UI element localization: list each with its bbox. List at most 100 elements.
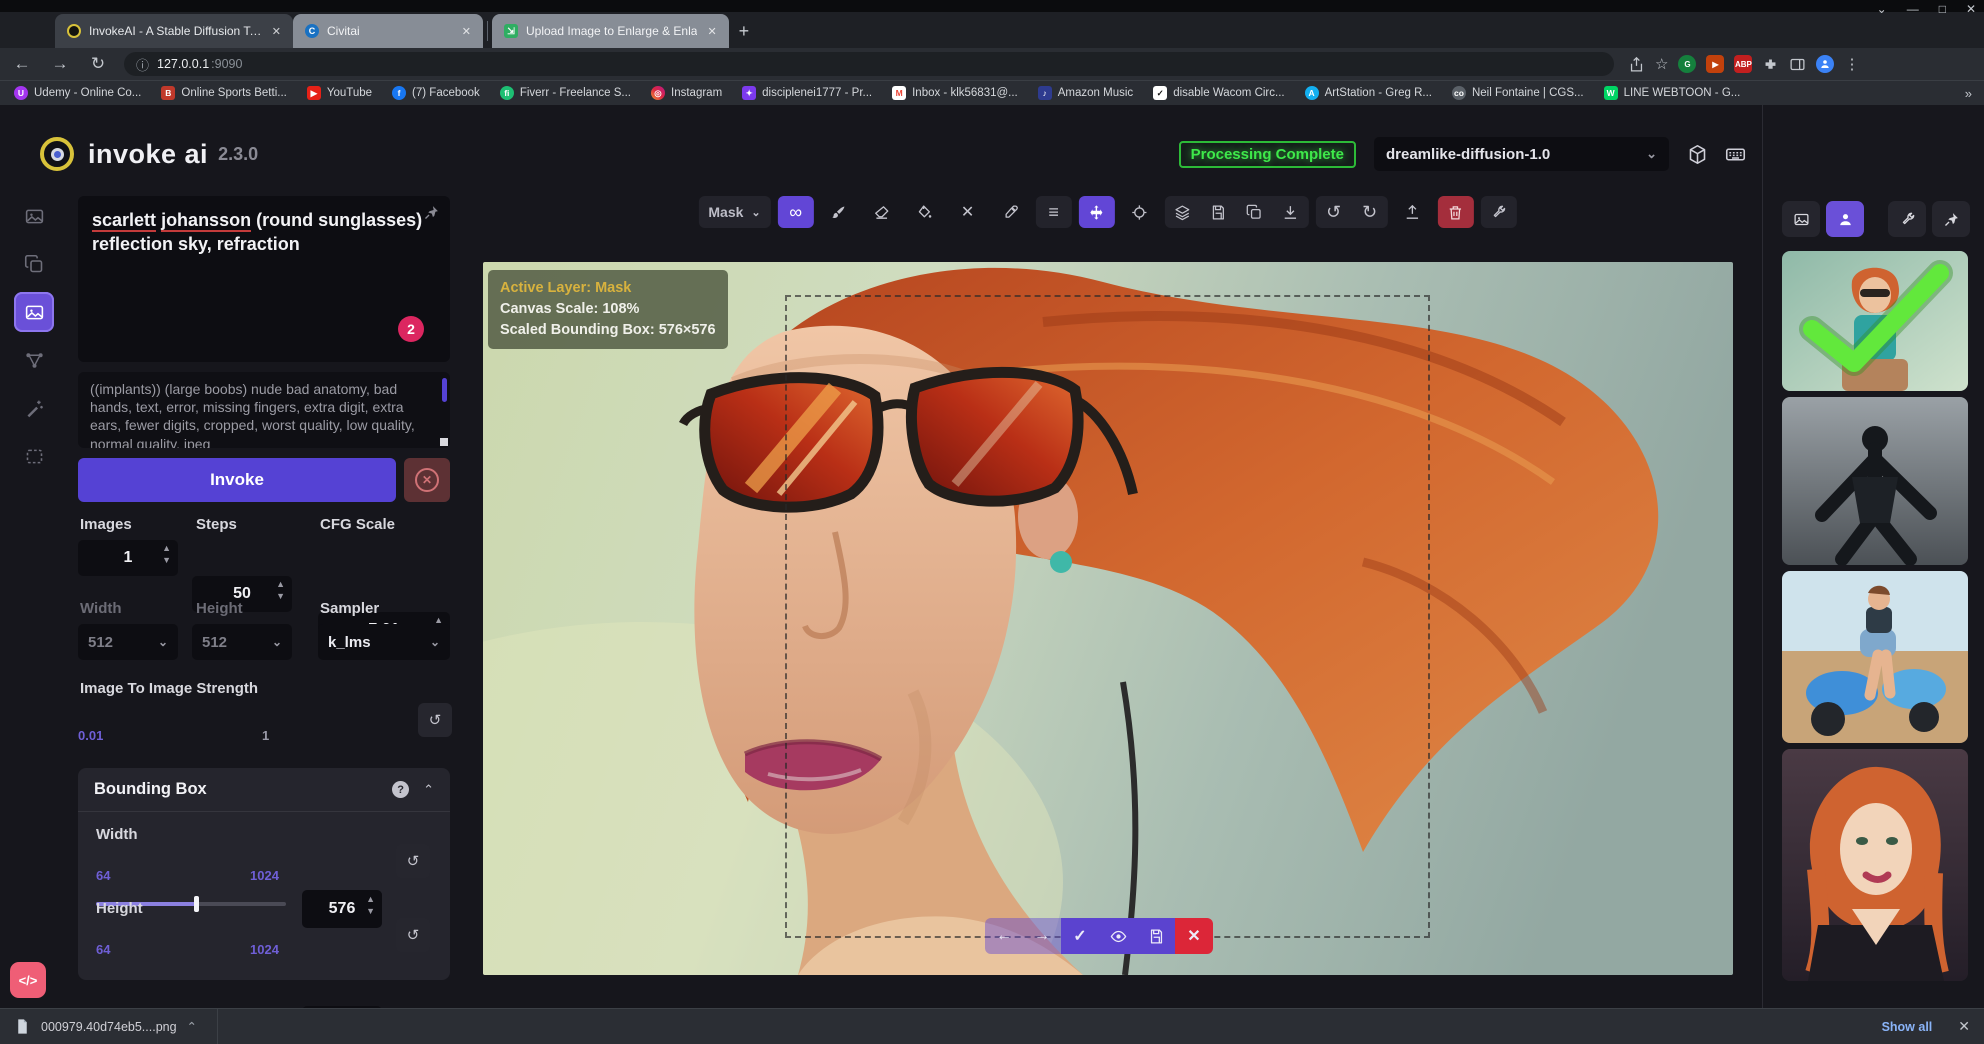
width-select[interactable]: 512⌄ [78, 624, 178, 660]
brush-options-button[interactable]: ≡ [1036, 196, 1072, 228]
bookmark-udemy[interactable]: UUdemy - Online Co... [14, 86, 141, 100]
tab-text-to-image[interactable] [14, 196, 54, 236]
hotkeys-icon[interactable] [1725, 144, 1746, 165]
tab-nodes[interactable] [14, 340, 54, 380]
show-all-downloads-link[interactable]: Show all [1882, 1020, 1933, 1034]
reset-view-button[interactable] [1122, 196, 1158, 228]
clear-mask-button[interactable]: ✕ [950, 196, 986, 228]
tab-upload-image[interactable]: ⇲ Upload Image to Enlarge & Enla ✕ [492, 14, 729, 48]
canvas-image[interactable] [483, 262, 1733, 975]
save-to-gallery-button[interactable] [1201, 196, 1237, 228]
canvas-settings-button[interactable] [1481, 196, 1517, 228]
eraser-tool-button[interactable] [864, 196, 900, 228]
sampler-select[interactable]: k_lms⌄ [318, 624, 450, 660]
undo-button[interactable]: ↺ [1316, 196, 1352, 228]
gallery-user-button[interactable] [1826, 201, 1864, 237]
new-tab-button[interactable]: + [739, 21, 750, 42]
bookmark-disciplenei[interactable]: ✦disciplenei1777 - Pr... [742, 86, 872, 100]
bookmark-fiverr[interactable]: fiFiverr - Freelance S... [500, 86, 631, 100]
brush-tool-button[interactable] [821, 196, 857, 228]
tab-close-icon[interactable]: ✕ [460, 23, 473, 40]
download-chevron-icon[interactable]: ⌃ [187, 1019, 197, 1034]
bookmark-sports[interactable]: BOnline Sports Betti... [161, 86, 286, 100]
height-select[interactable]: 512⌄ [192, 624, 292, 660]
discard-image-button[interactable]: ✕ [1175, 918, 1213, 954]
bookmarks-overflow-icon[interactable]: » [1965, 86, 1972, 101]
bookmark-star-icon[interactable]: ☆ [1655, 55, 1668, 73]
console-toggle-button[interactable]: </> [10, 962, 46, 998]
bounding-box-selection[interactable] [785, 295, 1430, 938]
bookmark-inbox[interactable]: MInbox - klk56831@... [892, 86, 1018, 100]
layer-select[interactable]: Mask ⌄ [698, 196, 770, 228]
maximize-icon[interactable]: □ [1939, 2, 1946, 16]
download-item[interactable]: 000979.40d74eb5....png ⌃ [14, 1009, 218, 1044]
pin-options-icon[interactable] [423, 204, 440, 221]
tab-close-icon[interactable]: ✕ [270, 23, 283, 40]
gallery-thumbnail[interactable] [1782, 397, 1968, 565]
slider-thumb[interactable] [194, 896, 199, 912]
close-icon[interactable]: ✕ [1966, 2, 1976, 16]
accept-image-button[interactable]: ✓ [1061, 918, 1099, 954]
bookmark-wacom[interactable]: ✓disable Wacom Circ... [1153, 86, 1284, 100]
save-staged-image-button[interactable] [1137, 918, 1175, 954]
resize-handle[interactable] [440, 438, 448, 446]
site-info-icon[interactable]: ⓘ [136, 55, 149, 74]
gallery-images-button[interactable] [1782, 201, 1820, 237]
enable-mask-button[interactable]: ∞ [778, 196, 814, 228]
bookmark-instagram[interactable]: ◎Instagram [651, 86, 722, 100]
show-hide-image-button[interactable] [1099, 918, 1137, 954]
bookmark-facebook[interactable]: f(7) Facebook [392, 86, 480, 100]
side-panel-icon[interactable] [1789, 56, 1806, 73]
tab-training[interactable] [14, 436, 54, 476]
share-icon[interactable] [1628, 56, 1645, 73]
gallery-settings-button[interactable] [1888, 201, 1926, 237]
download-image-button[interactable] [1273, 196, 1309, 228]
bookmark-artstation[interactable]: AArtStation - Greg R... [1305, 86, 1432, 100]
gallery-thumbnail-selected[interactable] [1782, 251, 1968, 391]
profile-avatar[interactable] [1816, 55, 1834, 73]
prompt-textarea[interactable]: scarlett johansson (round sunglasses) re… [78, 196, 450, 362]
merge-visible-button[interactable] [1165, 196, 1201, 228]
browser-menu-icon[interactable]: ⋮ [1844, 55, 1859, 73]
extension-green-icon[interactable]: G [1678, 55, 1696, 73]
window-menu-icon[interactable]: ⌄ [1877, 2, 1887, 16]
gallery-thumbnail[interactable] [1782, 571, 1968, 743]
model-select[interactable]: dreamlike-diffusion-1.0 ⌄ [1374, 137, 1669, 171]
images-input[interactable]: 1 ▲▼ [78, 540, 178, 576]
tab-post-processing[interactable] [14, 388, 54, 428]
help-icon[interactable]: ? [392, 781, 409, 798]
color-picker-button[interactable] [993, 196, 1029, 228]
address-bar[interactable]: ⓘ 127.0.0.1 :9090 [124, 52, 1614, 76]
tab-unified-canvas[interactable] [14, 292, 54, 332]
upload-image-button[interactable] [1395, 196, 1431, 228]
clear-canvas-button[interactable] [1438, 196, 1474, 228]
bbox-height-reset-button[interactable]: ↺ [396, 918, 430, 952]
forward-icon[interactable]: → [48, 54, 72, 74]
minimize-icon[interactable]: — [1907, 2, 1919, 16]
strength-reset-button[interactable]: ↺ [418, 703, 452, 737]
tab-invokeai[interactable]: InvokeAI - A Stable Diffusion Tou ✕ [55, 14, 293, 48]
adblock-plus-icon[interactable]: ABP [1734, 55, 1752, 73]
bookmark-webtoon[interactable]: WLINE WEBTOON - G... [1604, 86, 1741, 100]
tab-civitai[interactable]: C Civitai ✕ [293, 14, 483, 48]
stepper-arrows[interactable]: ▲▼ [366, 895, 375, 916]
extension-orange-icon[interactable]: ▶ [1706, 55, 1724, 73]
cancel-button[interactable]: ✕ [404, 458, 450, 502]
bookmark-amazon-music[interactable]: ♪Amazon Music [1038, 86, 1133, 100]
copy-to-clipboard-button[interactable] [1237, 196, 1273, 228]
model-manager-icon[interactable] [1687, 144, 1708, 165]
bookmark-neil-fontaine[interactable]: coNeil Fontaine | CGS... [1452, 86, 1584, 100]
next-image-button[interactable]: → [1023, 918, 1061, 954]
reload-icon[interactable]: ↻ [86, 54, 110, 74]
downloads-close-icon[interactable]: ✕ [1958, 1018, 1970, 1035]
redo-button[interactable]: ↻ [1352, 196, 1388, 228]
stepper-arrows[interactable]: ▲▼ [162, 544, 171, 565]
previous-image-button[interactable]: ← [985, 918, 1023, 954]
bbox-width-reset-button[interactable]: ↺ [396, 844, 430, 878]
fill-bounding-box-button[interactable] [907, 196, 943, 228]
bbox-width-input[interactable]: 576 ▲▼ [302, 890, 382, 928]
move-tool-button[interactable] [1079, 196, 1115, 228]
bounding-box-header[interactable]: Bounding Box ? ⌃ [78, 768, 450, 812]
tab-close-icon[interactable]: ✕ [705, 23, 718, 40]
bookmark-youtube[interactable]: ▶YouTube [307, 86, 372, 100]
